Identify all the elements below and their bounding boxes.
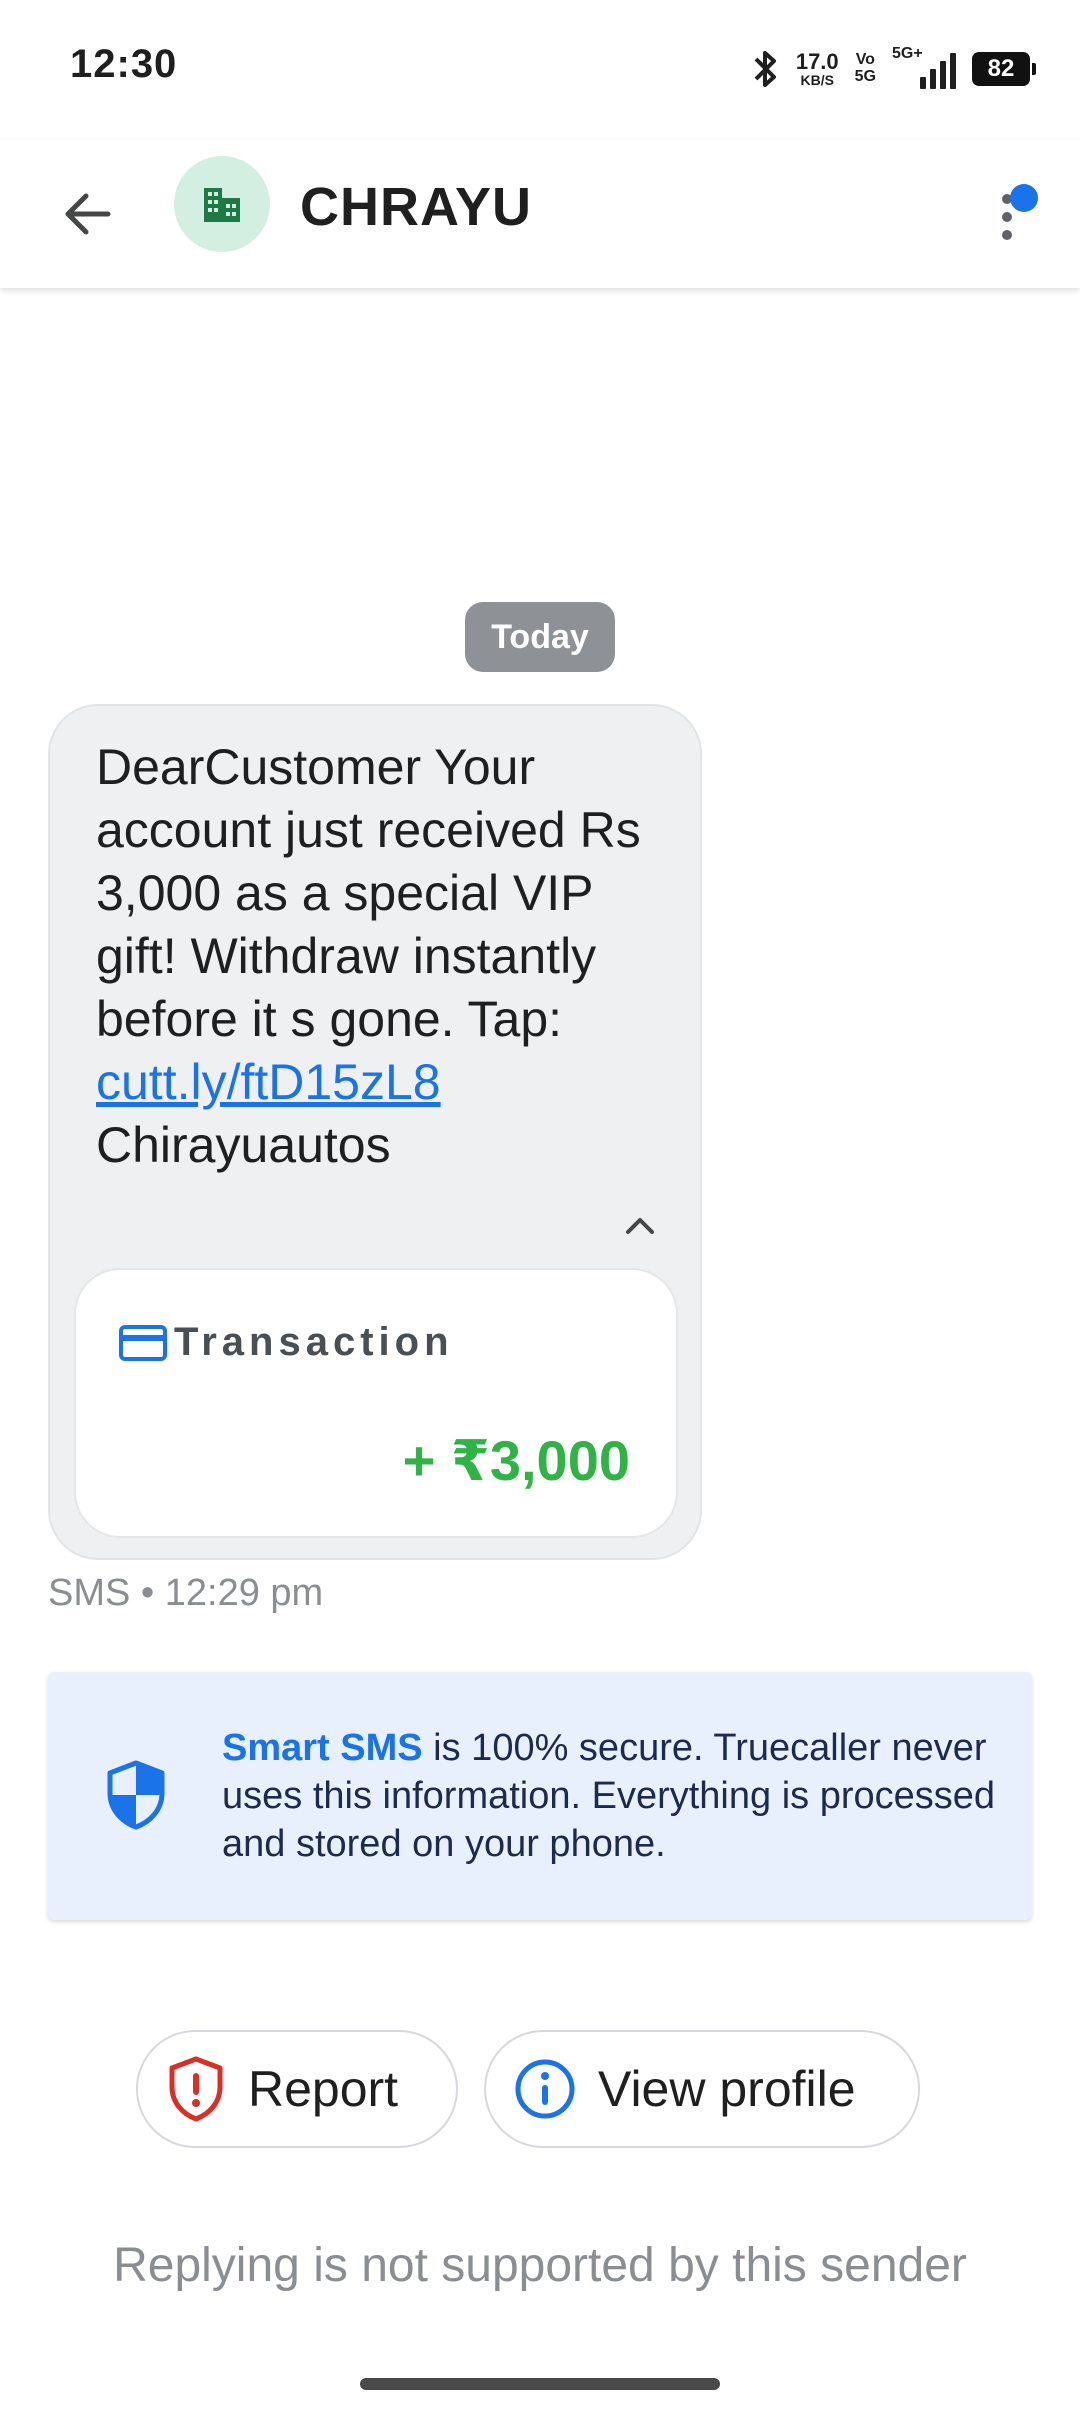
battery-level: 82 bbox=[987, 55, 1015, 82]
date-divider: Today bbox=[465, 602, 615, 672]
message-signature: Chirayuautos bbox=[96, 1117, 391, 1173]
network-type: 5G+ bbox=[892, 45, 923, 62]
message-link[interactable]: cutt.ly/ftD15zL8 bbox=[96, 1054, 441, 1110]
transaction-amount: + ₹3,000 bbox=[402, 1429, 630, 1492]
credit-card-icon bbox=[119, 1324, 167, 1361]
status-icons: 17.0 KB/S Vo 5G 5G+ 82 bbox=[750, 44, 1036, 94]
smart-sms-banner: Smart SMS is 100% secure. Truecaller nev… bbox=[48, 1672, 1032, 1920]
transaction-header: Transaction bbox=[118, 1320, 454, 1365]
home-indicator[interactable] bbox=[360, 2378, 720, 2390]
shield-icon bbox=[107, 1760, 165, 1830]
message-body: DearCustomer Your account just received … bbox=[96, 739, 641, 1047]
reply-not-supported-note: Replying is not supported by this sender bbox=[113, 2239, 967, 2292]
more-options-button[interactable] bbox=[970, 170, 1050, 260]
smart-sms-highlight: Smart SMS bbox=[222, 1727, 423, 1769]
status-time: 12:30 bbox=[70, 42, 178, 86]
message-timestamp: SMS • 12:29 pm bbox=[48, 1572, 324, 1614]
network-speed: 17.0 KB/S bbox=[795, 49, 839, 88]
notification-dot bbox=[1010, 184, 1038, 212]
chevron-up-icon bbox=[626, 1218, 654, 1234]
contact-name[interactable]: CHRAYU bbox=[300, 176, 532, 238]
signal-icon: 5G+ bbox=[892, 45, 956, 89]
message-text: DearCustomer Your account just received … bbox=[96, 736, 656, 1177]
view-profile-label: View profile bbox=[598, 2061, 856, 2117]
collapse-button[interactable] bbox=[610, 1196, 670, 1256]
smart-sms-text: Smart SMS is 100% secure. Truecaller nev… bbox=[222, 1724, 1002, 1868]
bluetooth-icon bbox=[750, 49, 780, 89]
volte-indicator: Vo 5G bbox=[854, 51, 876, 85]
business-building-icon bbox=[204, 188, 240, 222]
status-bar: 12:30 17.0 KB/S Vo 5G 5G+ 82 bbox=[0, 0, 1080, 140]
report-label: Report bbox=[248, 2061, 399, 2117]
transaction-card[interactable]: Transaction + ₹3,000 bbox=[74, 1268, 678, 1538]
back-button[interactable] bbox=[48, 174, 128, 254]
transaction-title: Transaction bbox=[174, 1320, 454, 1364]
conversation-header: CHRAYU bbox=[0, 140, 1080, 288]
arrow-back-icon bbox=[65, 193, 111, 235]
view-profile-button[interactable]: View profile bbox=[484, 2030, 920, 2148]
report-button[interactable]: Report bbox=[136, 2030, 458, 2148]
avatar[interactable] bbox=[174, 156, 270, 252]
message-bubble[interactable]: DearCustomer Your account just received … bbox=[48, 704, 702, 1560]
report-shield-icon bbox=[169, 2056, 223, 2122]
battery-icon: 82 bbox=[972, 52, 1036, 86]
info-icon bbox=[515, 2059, 575, 2119]
